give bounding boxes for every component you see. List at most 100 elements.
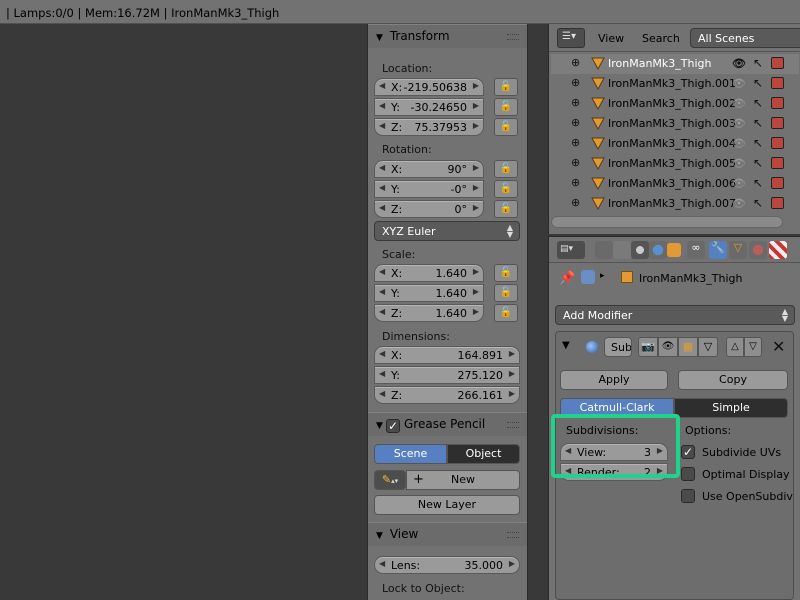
- expand-plus-icon[interactable]: ⊕: [571, 97, 582, 109]
- pin-icon[interactable]: 📌: [559, 271, 575, 286]
- expand-triangle-icon[interactable]: ▼: [562, 340, 570, 351]
- scale-x-field[interactable]: ◀ X: 1.640 ▶: [374, 264, 484, 282]
- decrement-arrow-icon[interactable]: ◀: [379, 203, 385, 212]
- drag-grip-icon[interactable]: [507, 422, 519, 428]
- render-camera-icon[interactable]: [771, 97, 784, 109]
- close-icon[interactable]: ✕: [772, 337, 785, 356]
- increment-arrow-icon[interactable]: ▶: [473, 121, 479, 130]
- decrement-arrow-icon[interactable]: ◀: [379, 183, 385, 192]
- outliner-item[interactable]: ⊕ IronManMk3_Thigh 👁 ↖: [551, 54, 799, 74]
- visibility-eye-icon[interactable]: 👁: [732, 177, 746, 190]
- lock-icon[interactable]: 🔓: [494, 78, 518, 96]
- decrement-arrow-icon[interactable]: ◀: [379, 267, 385, 276]
- decrement-arrow-icon[interactable]: ◀: [379, 287, 385, 296]
- tab-object[interactable]: Object: [447, 444, 520, 464]
- viewport-eye-icon[interactable]: 👁: [658, 337, 678, 357]
- increment-arrow-icon[interactable]: ▶: [473, 307, 479, 316]
- expand-plus-icon[interactable]: ⊕: [571, 157, 582, 169]
- outliner-item[interactable]: ⊕ IronManMk3_Thigh.004 👁 ↖: [551, 134, 799, 154]
- expand-plus-icon[interactable]: ⊕: [571, 177, 582, 189]
- selectable-cursor-icon[interactable]: ↖: [753, 176, 763, 190]
- rotation-x-field[interactable]: ◀ X: 90° ▶: [374, 160, 484, 178]
- use-opensubdiv-checkbox[interactable]: [681, 489, 695, 503]
- decrement-arrow-icon[interactable]: ◀: [379, 121, 385, 130]
- editor-type-icon[interactable]: ▤▾: [557, 241, 585, 259]
- outliner-item[interactable]: ⊕ IronManMk3_Thigh.001 👁 ↖: [551, 74, 799, 94]
- scale-z-field[interactable]: ◀ Z: 1.640 ▶: [374, 304, 484, 322]
- selectable-cursor-icon[interactable]: ↖: [753, 116, 763, 130]
- world-tab-icon[interactable]: [649, 241, 667, 259]
- expand-plus-icon[interactable]: ⊕: [571, 197, 582, 209]
- expand-plus-icon[interactable]: ⊕: [571, 77, 582, 89]
- increment-arrow-icon[interactable]: ▶: [473, 203, 479, 212]
- render-tab-icon[interactable]: [595, 241, 613, 259]
- increment-arrow-icon[interactable]: ▶: [473, 183, 479, 192]
- lock-icon[interactable]: 🔓: [494, 118, 518, 136]
- scene-tab-icon[interactable]: [631, 241, 649, 259]
- visibility-eye-icon[interactable]: 👁: [732, 117, 746, 130]
- outliner-item[interactable]: ⊕ IronManMk3_Thigh.005 👁 ↖: [551, 154, 799, 174]
- lock-icon[interactable]: 🔓: [494, 98, 518, 116]
- new-layer-button[interactable]: New Layer: [374, 495, 520, 515]
- outliner-item[interactable]: ⊕ IronManMk3_Thigh.003 👁 ↖: [551, 114, 799, 134]
- display-mode-select[interactable]: All Scenes: [690, 28, 800, 48]
- lock-icon[interactable]: 🔓: [494, 180, 518, 198]
- decrement-arrow-icon[interactable]: ◀: [379, 389, 385, 398]
- selectable-cursor-icon[interactable]: ↖: [753, 56, 763, 70]
- material-tab-icon[interactable]: [749, 241, 767, 259]
- dimensions-y-field[interactable]: ◀ Y: 275.120 ▶: [374, 366, 520, 384]
- grease-pencil-checkbox[interactable]: ✓: [386, 419, 400, 433]
- dimensions-z-field[interactable]: ◀ Z: 266.161 ▶: [374, 386, 520, 404]
- outliner-item[interactable]: ⊕ IronManMk3_Thigh.002 👁 ↖: [551, 94, 799, 114]
- lens-field[interactable]: ◀ Lens: 35.000 ▶: [374, 556, 520, 574]
- decrement-arrow-icon[interactable]: ◀: [379, 307, 385, 316]
- render-camera-icon[interactable]: [771, 197, 784, 209]
- selectable-cursor-icon[interactable]: ↖: [753, 96, 763, 110]
- scale-y-field[interactable]: ◀ Y: 1.640 ▶: [374, 284, 484, 302]
- selectable-cursor-icon[interactable]: ↖: [753, 76, 763, 90]
- increment-arrow-icon[interactable]: ▶: [509, 389, 515, 398]
- rotation-z-field[interactable]: ◀ Z: 0° ▶: [374, 200, 484, 218]
- increment-arrow-icon[interactable]: ▶: [473, 163, 479, 172]
- visibility-eye-icon[interactable]: 👁: [732, 77, 746, 90]
- tab-scene[interactable]: Scene: [374, 444, 447, 464]
- visibility-eye-icon[interactable]: 👁: [732, 57, 746, 70]
- render-camera-icon[interactable]: [771, 137, 784, 149]
- texture-tab-icon[interactable]: [769, 241, 787, 259]
- pencil-icon[interactable]: ✎▴▾: [374, 470, 406, 490]
- object-tab-icon[interactable]: [667, 243, 681, 257]
- constraints-tab-icon[interactable]: ∞: [687, 241, 705, 259]
- increment-arrow-icon[interactable]: ▶: [509, 559, 515, 568]
- move-down-icon[interactable]: ▽: [744, 337, 762, 357]
- move-up-icon[interactable]: △: [726, 337, 744, 357]
- visibility-eye-icon[interactable]: 👁: [732, 137, 746, 150]
- outliner-item[interactable]: ⊕ IronManMk3_Thigh.007 👁 ↖: [551, 194, 799, 214]
- render-camera-icon[interactable]: 📷: [638, 337, 658, 357]
- increment-arrow-icon[interactable]: ▶: [473, 287, 479, 296]
- drag-grip-icon[interactable]: [507, 532, 519, 538]
- copy-button[interactable]: Copy: [678, 370, 788, 390]
- expand-plus-icon[interactable]: ⊕: [571, 57, 582, 69]
- increment-arrow-icon[interactable]: ▶: [473, 81, 479, 90]
- menu-search[interactable]: Search: [642, 32, 680, 45]
- decrement-arrow-icon[interactable]: ◀: [379, 163, 385, 172]
- selectable-cursor-icon[interactable]: ↖: [753, 136, 763, 150]
- add-modifier-select[interactable]: Add Modifier ▲ ▼: [555, 305, 795, 325]
- lock-icon[interactable]: 🔓: [494, 264, 518, 282]
- selectable-cursor-icon[interactable]: ↖: [753, 156, 763, 170]
- lock-icon[interactable]: 🔓: [494, 200, 518, 218]
- transform-panel-header[interactable]: ▼ Transform: [368, 24, 527, 48]
- visibility-eye-icon[interactable]: 👁: [732, 157, 746, 170]
- modifier-name-field[interactable]: Sub: [604, 337, 632, 357]
- decrement-arrow-icon[interactable]: ◀: [379, 101, 385, 110]
- location-y-field[interactable]: ◀ Y: -30.24650 ▶: [374, 98, 484, 116]
- increment-arrow-icon[interactable]: ▶: [473, 101, 479, 110]
- tab-simple[interactable]: Simple: [674, 398, 788, 418]
- horizontal-scrollbar[interactable]: [551, 216, 783, 228]
- visibility-eye-icon[interactable]: 👁: [732, 97, 746, 110]
- render-layers-tab-icon[interactable]: [613, 241, 631, 259]
- decrement-arrow-icon[interactable]: ◀: [379, 559, 385, 568]
- rotation-mode-select[interactable]: XYZ Euler ▲ ▼: [374, 221, 520, 241]
- location-z-field[interactable]: ◀ Z: 75.37953 ▶: [374, 118, 484, 136]
- new-grease-button[interactable]: + New: [406, 470, 520, 490]
